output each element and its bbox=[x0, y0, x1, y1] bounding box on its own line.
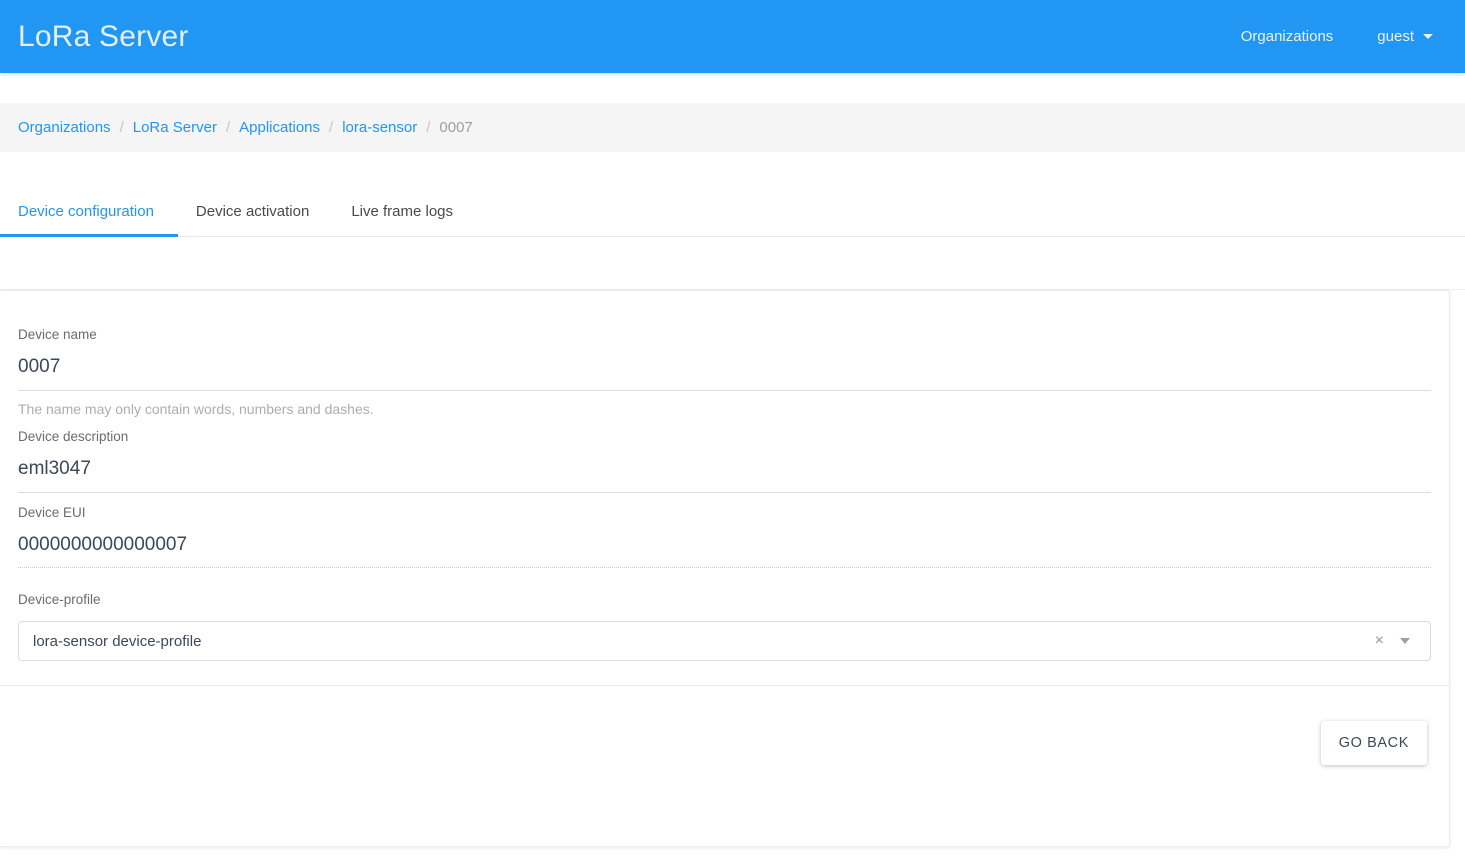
device-configuration-card: Device name 0007 The name may only conta… bbox=[0, 290, 1450, 847]
device-name-field: Device name 0007 The name may only conta… bbox=[18, 315, 1431, 417]
header-organizations-link[interactable]: Organizations bbox=[1241, 28, 1334, 45]
tab-bar: Device configuration Device activation L… bbox=[0, 152, 1465, 237]
breadcrumb-separator: / bbox=[329, 119, 334, 136]
chevron-down-icon bbox=[1423, 34, 1433, 39]
app-title: LoRa Server bbox=[18, 19, 189, 53]
device-profile-label: Device-profile bbox=[18, 592, 101, 608]
breadcrumb-separator: / bbox=[119, 119, 124, 136]
app-header: LoRa Server Organizations guest bbox=[0, 0, 1465, 73]
content-spacer bbox=[0, 237, 1465, 290]
content-area: Device name 0007 The name may only conta… bbox=[0, 290, 1465, 847]
breadcrumb: Organizations / LoRa Server / Applicatio… bbox=[0, 103, 1465, 152]
go-back-button[interactable]: GO BACK bbox=[1320, 721, 1427, 766]
breadcrumb-item-lora-sensor[interactable]: lora-sensor bbox=[342, 119, 417, 136]
breadcrumb-item-current: 0007 bbox=[439, 119, 473, 136]
tab-device-configuration[interactable]: Device configuration bbox=[0, 203, 178, 237]
device-description-input[interactable]: eml3047 bbox=[18, 444, 1431, 493]
clear-icon[interactable]: × bbox=[1365, 633, 1394, 649]
breadcrumb-separator: / bbox=[225, 119, 231, 136]
device-description-label: Device description bbox=[18, 428, 129, 444]
device-profile-select[interactable]: lora-sensor device-profile × bbox=[18, 621, 1431, 662]
device-name-hint: The name may only contain words, numbers… bbox=[18, 400, 374, 417]
device-profile-field: Device-profile lora-sensor device-profil… bbox=[18, 568, 1431, 662]
device-description-field: Device description eml3047 bbox=[18, 417, 1431, 493]
tab-live-frame-logs[interactable]: Live frame logs bbox=[351, 203, 453, 236]
chevron-down-icon[interactable] bbox=[1400, 638, 1410, 645]
header-user-label: guest bbox=[1377, 28, 1414, 45]
device-profile-selected-value: lora-sensor device-profile bbox=[33, 632, 202, 650]
breadcrumb-item-applications[interactable]: Applications bbox=[239, 119, 320, 136]
device-eui-input: 0000000000000007 bbox=[18, 520, 1431, 569]
header-gap bbox=[0, 73, 1465, 103]
device-name-input[interactable]: 0007 bbox=[18, 342, 1431, 391]
breadcrumb-item-organizations[interactable]: Organizations bbox=[18, 119, 111, 136]
breadcrumb-item-lora-server[interactable]: LoRa Server bbox=[133, 119, 217, 136]
breadcrumb-separator: / bbox=[426, 119, 431, 136]
card-actions: GO BACK bbox=[18, 686, 1431, 766]
device-eui-label: Device EUI bbox=[18, 504, 86, 520]
device-eui-field: Device EUI 0000000000000007 bbox=[18, 493, 1431, 569]
tab-device-activation[interactable]: Device activation bbox=[196, 203, 309, 236]
device-name-label: Device name bbox=[18, 327, 97, 342]
header-user-menu[interactable]: guest bbox=[1377, 28, 1433, 45]
